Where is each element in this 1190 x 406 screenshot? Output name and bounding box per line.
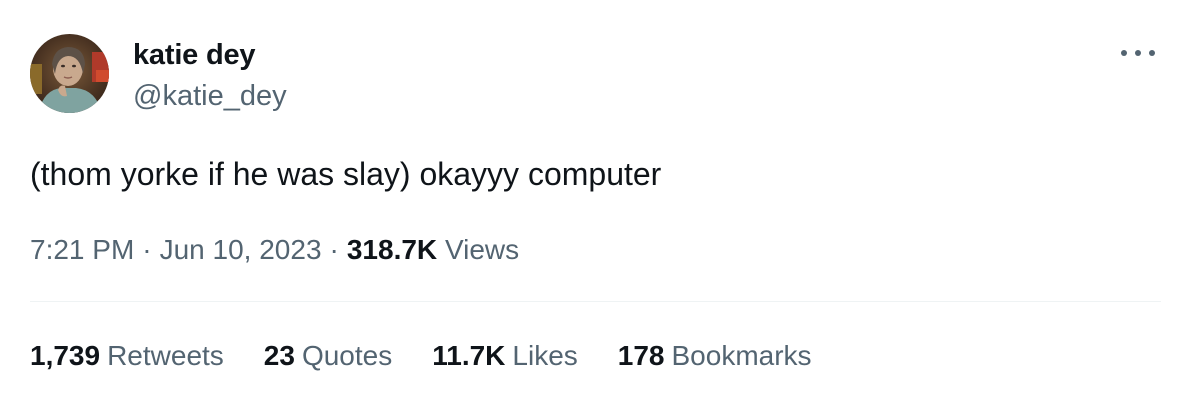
quotes-count: 23 bbox=[263, 340, 295, 371]
divider bbox=[30, 301, 1161, 302]
more-dot bbox=[1121, 50, 1127, 56]
bookmarks-label: Bookmarks bbox=[671, 340, 812, 371]
engagement-stats: 1,739 Retweets 23 Quotes 11.7K Likes 178 Boo… bbox=[30, 337, 852, 375]
retweets-count: 1,739 bbox=[30, 340, 101, 371]
meta-separator: · bbox=[329, 234, 339, 265]
display-name[interactable]: katie dey bbox=[133, 36, 256, 74]
likes-count: 11.7K bbox=[432, 340, 506, 371]
tweet-meta: 7:21 PM · Jun 10, 2023 · 318.7K Views bbox=[30, 231, 519, 269]
retweets-label: Retweets bbox=[107, 340, 224, 371]
user-handle[interactable]: @katie_dey bbox=[133, 77, 287, 115]
likes-label: Likes bbox=[512, 340, 578, 371]
views-count: 318.7K bbox=[346, 234, 438, 265]
quotes-label: Quotes bbox=[301, 340, 393, 371]
avatar-photo bbox=[30, 34, 109, 113]
meta-separator: · bbox=[142, 234, 152, 265]
tweet-date[interactable]: Jun 10, 2023 bbox=[160, 234, 322, 265]
tweet-text: (thom yorke if he was slay) okayyy compu… bbox=[30, 156, 662, 192]
quotes-stat[interactable]: 23 Quotes bbox=[264, 337, 392, 375]
bookmarks-count: 178 bbox=[617, 340, 665, 371]
more-dot bbox=[1149, 50, 1155, 56]
tweet-card: katie dey @katie_dey (thom yorke if he w… bbox=[0, 0, 1190, 406]
more-dot bbox=[1135, 50, 1141, 56]
avatar[interactable] bbox=[30, 34, 109, 113]
tweet-time[interactable]: 7:21 PM bbox=[30, 234, 134, 265]
retweets-stat[interactable]: 1,739 Retweets bbox=[30, 337, 224, 375]
views-label: Views bbox=[444, 234, 520, 265]
more-horizontal-icon[interactable] bbox=[1121, 38, 1155, 68]
bookmarks-stat[interactable]: 178 Bookmarks bbox=[618, 337, 812, 375]
likes-stat[interactable]: 11.7K Likes bbox=[432, 337, 578, 375]
